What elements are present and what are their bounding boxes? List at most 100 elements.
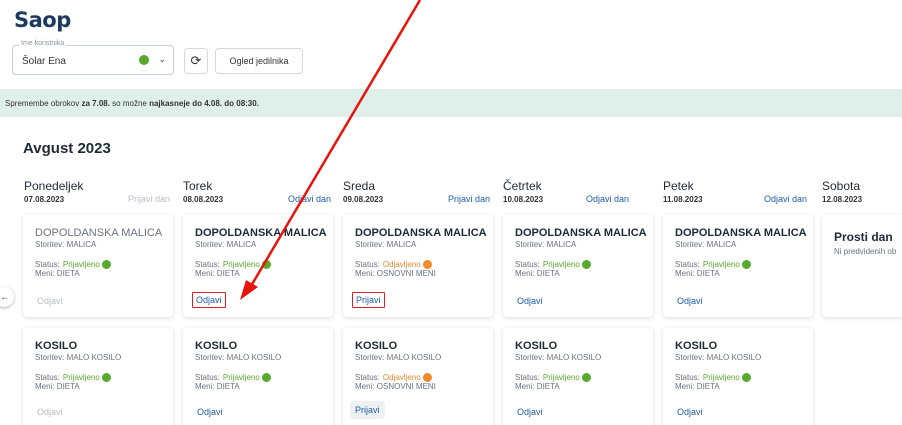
status-label: Status: <box>515 373 540 382</box>
user-select-label: Ime koristnika <box>19 40 67 47</box>
meal-status: Status: Prijavljeno <box>515 260 653 269</box>
meal-status: Status: Prijavljeno <box>675 373 813 382</box>
refresh-icon: ⟳ <box>190 53 202 68</box>
unregister-meal-button[interactable]: Odjavi <box>35 405 65 419</box>
meal-menu: Meni: DIETA <box>675 269 720 278</box>
meal-status: Status: Prijavljeno <box>675 260 813 269</box>
check-circle-icon <box>139 55 149 65</box>
check-circle-icon <box>581 373 591 382</box>
meal-title: DOPOLDANSKA MALICA <box>35 227 163 239</box>
meal-status: Status: Odjavljeno <box>355 373 493 382</box>
unregister-meal-button[interactable]: Odjavi <box>515 294 545 308</box>
status-value: Prijavljeno <box>62 373 100 382</box>
status-value: Prijavljeno <box>542 260 580 269</box>
meal-title: KOSILO <box>35 340 78 352</box>
unregister-meal-button[interactable]: Odjavi <box>675 405 705 419</box>
holiday-subtitle: Ni predvidenih ob <box>834 247 897 256</box>
unregister-day-link[interactable]: Odjavi dan <box>586 194 629 204</box>
meal-status: Status: Prijavljeno <box>515 373 653 382</box>
unregister-day-link[interactable]: Odjavi dan <box>288 194 331 204</box>
meal-status: Status: Prijavljeno <box>35 373 173 382</box>
day-name: Petek <box>663 179 694 193</box>
meal-card-malica-wed: DOPOLDANSKA MALICA Storitev: MALICA Stat… <box>343 215 493 317</box>
day-name: Sobota <box>822 179 861 193</box>
check-circle-icon <box>261 373 271 382</box>
register-day-link[interactable]: Prijavi dan <box>448 194 490 204</box>
day-header-tuesday: Torek 08.08.2023 Odjavi dan <box>183 179 335 209</box>
day-header-wednesday: Sreda 09.08.2023 Prijavi dan <box>343 179 495 209</box>
status-label: Status: <box>35 373 60 382</box>
notice-date: za 7.08. <box>81 99 110 108</box>
day-header-friday: Petek 11.08.2023 Odjavi dan <box>663 179 815 209</box>
meal-service: Storitev: MALICA <box>35 240 97 249</box>
status-label: Status: <box>675 373 700 382</box>
status-label: Status: <box>195 373 220 382</box>
unregister-meal-button[interactable]: Odjavi <box>675 294 705 308</box>
previous-week-button[interactable]: ← <box>0 287 14 307</box>
meal-service: Storitev: MALICA <box>195 240 257 249</box>
status-label: Status: <box>195 260 220 269</box>
user-select[interactable]: Ime koristnika Šolar Ena ⌄ <box>12 40 174 75</box>
register-meal-button[interactable]: Prijavi <box>350 401 385 419</box>
meal-title: DOPOLDANSKA MALICA <box>675 227 807 239</box>
check-circle-icon <box>741 260 751 269</box>
notice-middle: so možne <box>109 99 150 108</box>
meal-title: DOPOLDANSKA MALICA <box>515 227 647 239</box>
register-day-link[interactable]: Prijavi dan <box>128 194 170 204</box>
notice-prefix: Spremembe obrokov <box>5 99 82 108</box>
cancel-circle-icon <box>422 373 432 382</box>
status-value: Prijavljeno <box>702 373 740 382</box>
deadline-notice: Spremembe obrokov za 7.08. so možne najk… <box>0 89 902 117</box>
holiday-title: Prosti dan <box>834 230 893 244</box>
unregister-meal-button[interactable]: Odjavi <box>195 405 225 419</box>
meal-service: Storitev: MALO KOSILO <box>355 353 442 362</box>
day-date: 10.08.2023 <box>503 195 544 204</box>
meal-menu: Meni: DIETA <box>195 269 240 278</box>
meal-card-kosilo-wed: KOSILO Storitev: MALO KOSILO Status: Odja… <box>343 328 493 425</box>
meal-card-kosilo-tue: KOSILO Storitev: MALO KOSILO Status: Prij… <box>183 328 333 425</box>
meal-status: Status: Odjavljeno <box>355 260 493 269</box>
meal-card-kosilo-fri: KOSILO Storitev: MALO KOSILO Status: Prij… <box>663 328 813 425</box>
meal-menu: Meni: OSNOVNI MENI <box>355 382 436 391</box>
unregister-day-link[interactable]: Odjavi dan <box>764 194 807 204</box>
meal-menu: Meni: DIETA <box>195 382 240 391</box>
meal-menu: Meni: DIETA <box>515 382 560 391</box>
meal-card-kosilo-thu: KOSILO Storitev: MALO KOSILO Status: Prij… <box>503 328 653 425</box>
chevron-down-icon[interactable]: ⌄ <box>158 54 166 65</box>
meal-menu: Meni: OSNOVNI MENI <box>355 269 436 278</box>
unregister-meal-button[interactable]: Odjavi <box>35 294 65 308</box>
status-value: Odjavljeno <box>382 373 421 382</box>
refresh-button[interactable]: ⟳ <box>184 48 208 74</box>
meal-status: Status: Prijavljeno <box>35 260 173 269</box>
view-menu-button[interactable]: Ogled jedilnika <box>215 48 303 74</box>
check-circle-icon <box>261 260 271 269</box>
app-logo: Saop <box>14 8 71 32</box>
day-date: 12.08.2023 <box>822 195 863 204</box>
status-label: Status: <box>355 373 380 382</box>
status-label: Status: <box>675 260 700 269</box>
meal-card-malica-fri: DOPOLDANSKA MALICA Storitev: MALICA Stat… <box>663 215 813 317</box>
meal-service: Storitev: MALO KOSILO <box>195 353 282 362</box>
holiday-card: Prosti dan Ni predvidenih ob <box>822 215 902 317</box>
unregister-meal-button[interactable]: Odjavi <box>515 405 545 419</box>
meal-card-malica-tue: DOPOLDANSKA MALICA Storitev: MALICA Stat… <box>183 215 333 317</box>
check-circle-icon <box>741 373 751 382</box>
meal-status: Status: Prijavljeno <box>195 260 333 269</box>
day-header-monday: Ponedeljek 07.08.2023 Prijavi dan <box>24 179 176 209</box>
notice-deadline: najkasneje do 4.08. do 08:30. <box>149 99 259 108</box>
status-value: Prijavljeno <box>62 260 100 269</box>
meal-card-kosilo-mon: KOSILO Storitev: MALO KOSILO Status: Prij… <box>23 328 173 425</box>
status-label: Status: <box>35 260 60 269</box>
unregister-meal-button[interactable]: Odjavi <box>192 292 226 308</box>
day-name: Četrtek <box>503 179 542 193</box>
month-title: Avgust 2023 <box>23 140 111 157</box>
user-select-value: Šolar Ena <box>22 56 66 67</box>
meal-title: DOPOLDANSKA MALICA <box>355 227 487 239</box>
meal-card-malica-thu: DOPOLDANSKA MALICA Storitev: MALICA Stat… <box>503 215 653 317</box>
meal-title: KOSILO <box>355 340 398 352</box>
meal-menu: Meni: DIETA <box>675 382 720 391</box>
meal-service: Storitev: MALO KOSILO <box>515 353 602 362</box>
register-meal-button[interactable]: Prijavi <box>352 292 385 308</box>
meal-title: KOSILO <box>675 340 718 352</box>
status-value: Odjavljeno <box>382 260 421 269</box>
